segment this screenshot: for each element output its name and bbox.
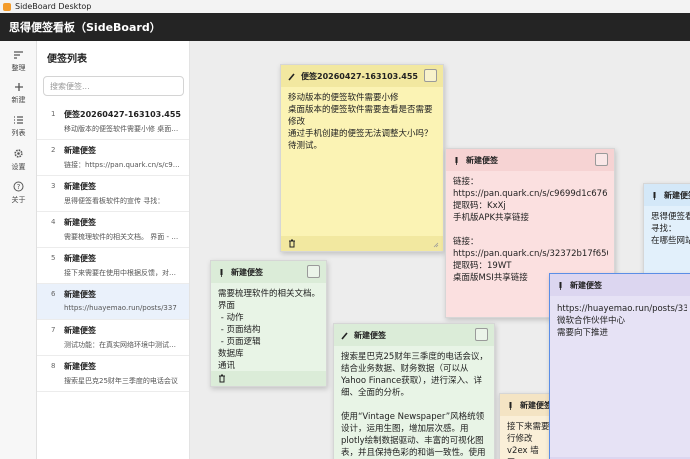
sticky-note[interactable]: 新建便签 需要梳理软件的相关文档。 界面 - 动作 - 页面结构 - 页面逻辑 … (210, 260, 327, 387)
list-item-number: 4 (51, 218, 56, 226)
app-header: 思得便签看板（SideBoard） (0, 13, 690, 41)
list-item-title: 新建便签 (64, 362, 96, 371)
list-item-number: 8 (51, 362, 56, 370)
pin-icon (509, 401, 512, 410)
list-item-title: 便签20260427-163103.455 (64, 110, 181, 119)
list-item-preview: https://huayemao.run/posts/337 (64, 304, 177, 312)
list-item-number: 3 (51, 182, 56, 190)
list-item-title: 新建便签 (64, 218, 96, 227)
search-input[interactable] (43, 76, 184, 96)
app-logo-icon (3, 2, 11, 11)
note-checkbox[interactable] (595, 153, 608, 166)
sticky-note[interactable]: 新建便签 搜索星巴克25财年三季度的电话会议，结合业务数据、财务数据（可以从Ya… (333, 323, 495, 459)
pin-icon (220, 268, 223, 277)
note-title: 新建便签 (354, 330, 386, 340)
rail-label: 整理 (11, 64, 26, 72)
pin-icon (455, 156, 458, 165)
list-item-title: 新建便签 (64, 146, 96, 155)
list-item-preview: 链接：https://pan.quark.cn/s/c9699d1c676a (64, 161, 182, 169)
sort-lines-icon (13, 50, 24, 63)
list-item[interactable]: 5 新建便签接下来需要在使用中根据反馈，对软件进行修改 (37, 248, 189, 284)
list-icon (13, 115, 24, 128)
rail-label: 设置 (11, 163, 26, 171)
note-content[interactable]: 移动版本的便签软件需要小修 桌面版本的便签软件需要查看是否需要修改 通过手机创建… (288, 92, 437, 152)
list-item-number: 5 (51, 254, 56, 262)
note-title: 新建便签 (570, 280, 602, 290)
note-header[interactable]: 新建便签 (334, 324, 494, 346)
list-item[interactable]: 8 新建便签搜索星巴克25财年三季度的电话会议 (37, 356, 189, 392)
list-item-title: 新建便签 (64, 182, 96, 191)
note-content[interactable]: 思得便签看 寻找： 在哪些网站 (651, 211, 690, 247)
sticky-note[interactable]: 新建便签 思得便签看 寻找： 在哪些网站 (643, 183, 690, 281)
panel-title: 便签列表 (47, 54, 87, 65)
rail-item-new[interactable]: 新建 (0, 82, 37, 110)
pencil-icon (288, 72, 295, 81)
list-item-title: 新建便签 (64, 326, 96, 335)
note-footer (281, 236, 443, 251)
rail-item-organize[interactable]: 整理 (0, 50, 37, 78)
list-item-preview: 接下来需要在使用中根据反馈，对软件进行修改 (64, 269, 182, 277)
pin-icon (559, 281, 562, 290)
sticky-note[interactable]: 新建便签 https://huayemao.run/posts/337 微软合作… (549, 273, 690, 459)
list-item[interactable]: 2 新建便签链接：https://pan.quark.cn/s/c9699d1c6… (37, 140, 189, 176)
note-header[interactable]: 便签20260427-163103.455 (281, 65, 443, 87)
note-title: 便签20260427-163103.455 (301, 71, 418, 81)
sticky-note[interactable]: 便签20260427-163103.455 移动版本的便签软件需要小修 桌面版本… (280, 64, 444, 252)
note-header[interactable]: 新建便签 (446, 149, 614, 171)
note-list-panel: 便签列表 1 便签20260427-163103.455 移动版本的便签软件需要小修… (37, 41, 190, 459)
resize-grip-icon[interactable] (433, 242, 439, 248)
note-content[interactable]: https://huayemao.run/posts/337 微软合作伙伴中心 … (557, 303, 687, 339)
note-checkbox[interactable] (475, 328, 488, 341)
svg-text:?: ? (17, 183, 21, 191)
list-item-number: 6 (51, 290, 56, 298)
list-item-title: 新建便签 (64, 254, 96, 263)
app-title: 思得便签看板（SideBoard） (9, 21, 161, 34)
rail-item-list[interactable]: 列表 (0, 115, 37, 143)
window-title: SideBoard Desktop (15, 2, 92, 11)
board-canvas[interactable]: 便签20260427-163103.455 移动版本的便签软件需要小修 桌面版本… (191, 41, 690, 459)
list-item-preview: 搜索星巴克25财年三季度的电话会议 (64, 377, 178, 385)
list-item[interactable]: 6 新建便签 https://huayemao.run/posts/337 (37, 284, 189, 320)
window-titlebar: SideBoard Desktop (0, 0, 690, 13)
note-content[interactable]: 需要梳理软件的相关文档。 界面 - 动作 - 页面结构 - 页面逻辑 数据库 通… (218, 288, 320, 370)
rail-item-settings[interactable]: 设置 (0, 148, 37, 176)
note-title: 新建便签 (466, 155, 498, 165)
note-checkbox[interactable] (424, 69, 437, 82)
pencil-icon (341, 331, 348, 340)
plus-icon (14, 82, 24, 95)
gear-icon (13, 148, 24, 162)
rail-label: 列表 (11, 129, 26, 137)
list-item-preview: 需要梳理软件的相关文档。 界面 - 动作 (64, 233, 182, 241)
trash-icon[interactable] (218, 374, 226, 383)
nav-rail: 整理 新建 列表 设置 ? 关于 (0, 41, 37, 459)
list-item-number: 1 (51, 110, 56, 118)
list-item-preview: 移动版本的便签软件需要小修 桌面版本的便签软件需要查看是否需要修改 (64, 125, 182, 133)
note-footer (211, 371, 326, 386)
note-content[interactable]: 搜索星巴克25财年三季度的电话会议，结合业务数据、财务数据（可以从Yahoo F… (341, 351, 488, 459)
pin-icon (653, 191, 656, 200)
note-header[interactable]: 新建便签 (550, 274, 690, 296)
rail-label: 关于 (11, 196, 26, 204)
list-item-number: 2 (51, 146, 56, 154)
note-header[interactable]: 新建便签 (644, 184, 690, 206)
note-title: 新建便签 (664, 190, 690, 200)
trash-icon[interactable] (288, 239, 296, 248)
note-title: 新建便签 (231, 267, 263, 277)
list-item-preview: 思得便签看板软件的宣传 寻找： (64, 197, 165, 205)
list-item[interactable]: 4 新建便签需要梳理软件的相关文档。 界面 - 动作 (37, 212, 189, 248)
list-item[interactable]: 7 新建便签测试功能：在真实网络环境中测试软件 (37, 320, 189, 356)
list-item-title: 新建便签 (64, 290, 96, 299)
rail-label: 新建 (11, 96, 26, 104)
note-content[interactable]: 接下来需要 行修改 v2ex 墙了。 (507, 421, 554, 459)
help-circle-icon: ? (13, 181, 24, 195)
list-item[interactable]: 1 便签20260427-163103.455 移动版本的便签软件需要小修 桌面版本… (37, 104, 189, 140)
list-item-preview: 测试功能：在真实网络环境中测试软件 (64, 341, 182, 349)
note-title: 新建便签 (520, 400, 552, 410)
list-item-number: 7 (51, 326, 56, 334)
note-content[interactable]: 链接： https://pan.quark.cn/s/c9699d1c676a … (453, 176, 608, 284)
rail-item-about[interactable]: ? 关于 (0, 181, 37, 209)
note-checkbox[interactable] (307, 265, 320, 278)
list-item[interactable]: 3 新建便签思得便签看板软件的宣传 寻找： (37, 176, 189, 212)
